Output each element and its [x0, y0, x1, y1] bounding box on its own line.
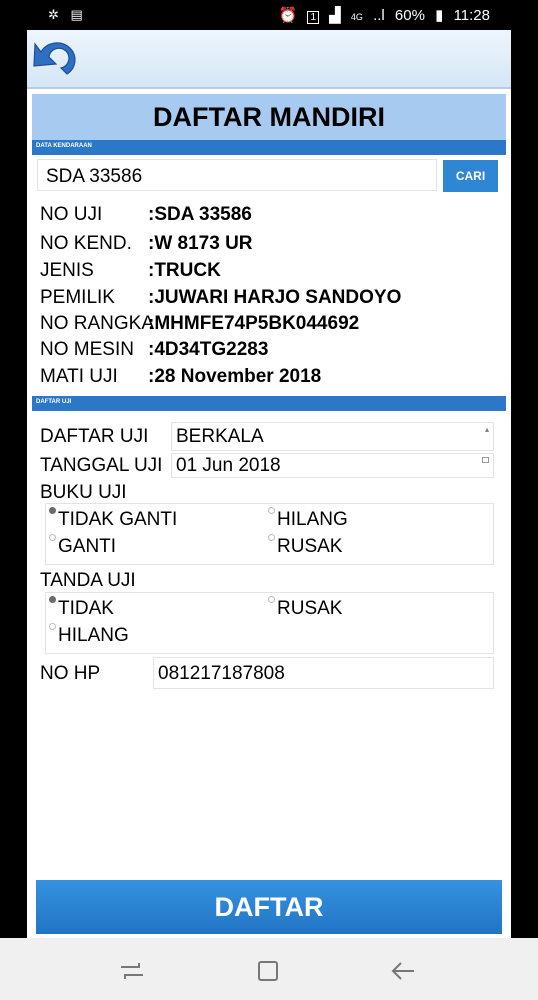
home-icon [258, 961, 278, 981]
vehicle-section-header: DATA KENDARAAN [32, 140, 506, 155]
alarm-clock-icon: ⏰ [278, 7, 298, 24]
info-value: :JUWARI HARJO SANDOYO [148, 287, 402, 308]
clock: 11:28 [453, 7, 490, 24]
settings-notification-icon: ✲ [48, 7, 59, 22]
radio-unselected-icon [268, 507, 275, 514]
network-type: 4G [350, 12, 363, 22]
buku-uji-label: BUKU UJI [40, 482, 127, 503]
status-bar: ✲ ▤ ⏰ 1 ▟ 4G ..l 60% ▮ 11:28 [0, 0, 538, 30]
info-label: NO KEND. [40, 233, 132, 254]
no-hp-label: NO HP [40, 663, 101, 684]
info-value: :MHMFE74P5BK044692 [148, 313, 360, 334]
radio-unselected-icon [268, 534, 275, 541]
info-value: :TRUCK [148, 260, 221, 281]
radio-label: HILANG [277, 509, 348, 530]
message-notification-icon: ▤ [70, 7, 83, 22]
info-value: :W 8173 UR [148, 233, 253, 254]
system-nav-bar [0, 938, 538, 1000]
back-arrow-icon [33, 42, 76, 75]
signal-bars: ..l [373, 7, 385, 24]
radio-label: TIDAK [58, 598, 114, 619]
tanda-uji-radio-group: TIDAK RUSAK HILANG [45, 592, 494, 654]
radio-selected-icon [49, 507, 56, 514]
tanda-uji-label: TANDA UJI [40, 570, 136, 591]
tanggal-uji-label: TANGGAL UJI [40, 455, 163, 476]
search-button[interactable]: CARI [443, 160, 498, 192]
calendar-icon [482, 457, 489, 463]
buku-uji-radio-group: TIDAK GANTI HILANG GANTI RUSAK [45, 503, 494, 565]
radio-label: HILANG [58, 625, 129, 646]
daftar-uji-label: DAFTAR UJI [40, 426, 149, 447]
radio-hilang[interactable]: HILANG [49, 623, 129, 647]
radio-unselected-icon [268, 596, 275, 603]
daftar-uji-value: BERKALA [176, 426, 264, 447]
recent-apps-icon [121, 963, 143, 979]
battery-percent: 60% [394, 7, 425, 24]
page-title: DAFTAR MANDIRI [153, 101, 385, 132]
radio-tidak[interactable]: TIDAK [49, 596, 114, 620]
radio-label: RUSAK [277, 536, 343, 557]
info-label: NO RANGKA [40, 313, 155, 334]
back-icon [391, 962, 414, 980]
dropdown-caret-icon: ▴ [484, 425, 489, 434]
radio-rusak[interactable]: RUSAK [268, 534, 343, 558]
top-bar [27, 30, 511, 89]
test-section-header: DAFTAR UJI [32, 396, 506, 411]
daftar-submit-button[interactable]: DAFTAR [36, 880, 502, 934]
app-window: DAFTAR MANDIRI DATA KENDARAAN SDA 33586 … [27, 30, 511, 938]
info-label: NO UJI [40, 204, 103, 225]
signal-icon: ▟ [329, 7, 341, 24]
radio-rusak[interactable]: RUSAK [268, 596, 343, 620]
info-value: :SDA 33586 [148, 204, 252, 225]
radio-label: RUSAK [277, 598, 343, 619]
info-label: NO MESIN [40, 339, 134, 360]
search-input[interactable]: SDA 33586 [37, 159, 437, 191]
radio-ganti[interactable]: GANTI [49, 534, 117, 558]
back-button[interactable] [29, 32, 87, 82]
radio-hilang[interactable]: HILANG [268, 507, 348, 531]
info-label: JENIS [40, 260, 94, 281]
test-section-label: DAFTAR UJI [36, 399, 72, 405]
info-label: PEMILIK [40, 287, 115, 308]
tanggal-uji-input[interactable]: 01 Jun 2018 [171, 453, 494, 478]
recent-apps-button[interactable] [117, 956, 147, 986]
battery-icon: ▮ [435, 7, 444, 24]
radio-label: TIDAK GANTI [58, 509, 178, 530]
radio-selected-icon [49, 596, 56, 603]
radio-unselected-icon [49, 534, 56, 541]
no-hp-input[interactable]: 081217187808 [153, 657, 494, 689]
daftar-uji-select[interactable]: BERKALA ▴ [171, 422, 494, 451]
title-bar: DAFTAR MANDIRI [32, 94, 506, 140]
status-indicators: ⏰ 1 ▟ 4G ..l 60% ▮ 11:28 [273, 6, 490, 24]
back-nav-button[interactable] [388, 956, 418, 986]
tanggal-uji-value: 01 Jun 2018 [176, 455, 281, 476]
vehicle-section-label: DATA KENDARAAN [36, 143, 92, 149]
notification-icons: ✲ ▤ [48, 7, 91, 23]
info-label: MATI UJI [40, 366, 118, 387]
info-value: :4D34TG2283 [148, 339, 269, 360]
radio-label: GANTI [58, 536, 117, 557]
sim-badge: 1 [307, 11, 319, 24]
radio-tidak-ganti[interactable]: TIDAK GANTI [49, 507, 178, 531]
radio-unselected-icon [49, 623, 56, 630]
home-button[interactable] [253, 956, 283, 986]
info-value: :28 November 2018 [148, 366, 322, 387]
